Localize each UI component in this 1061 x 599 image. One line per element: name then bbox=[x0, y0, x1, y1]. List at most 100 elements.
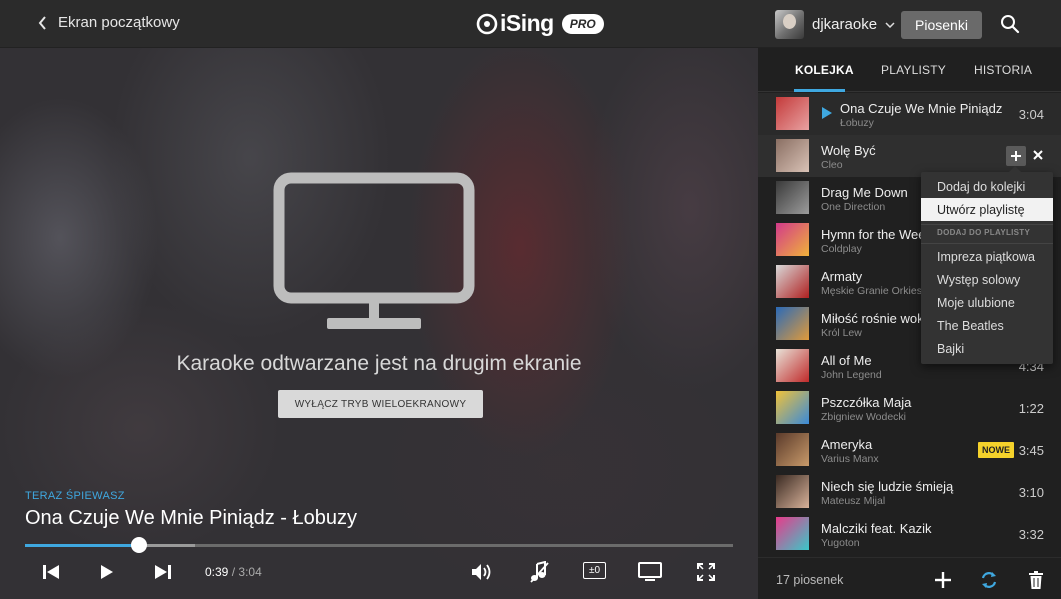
song-artist: Męskie Granie Orkiestra bbox=[821, 285, 935, 297]
queue-row[interactable]: Pszczółka Maja Zbigniew Wodecki 1:22 bbox=[758, 387, 1061, 429]
song-artist: Varius Manx bbox=[821, 453, 879, 465]
now-playing-icon bbox=[822, 107, 832, 119]
album-cover bbox=[776, 139, 809, 172]
now-singing-title: Ona Czuje We Mnie Piniądz - Łobuzy bbox=[25, 507, 358, 529]
disable-multiscreen-button[interactable]: WYŁĄCZ TRYB WIELOEKRANOWY bbox=[278, 390, 483, 418]
album-cover bbox=[776, 265, 809, 298]
song-title: Armaty bbox=[821, 269, 863, 284]
album-cover bbox=[776, 517, 809, 550]
add-to-menu: Dodaj do kolejki Utwórz playlistę DODAJ … bbox=[921, 166, 1053, 364]
next-button[interactable] bbox=[154, 561, 172, 583]
time-separator: / bbox=[231, 565, 236, 579]
song-title: Wolę Być bbox=[821, 143, 876, 158]
menu-create-playlist[interactable]: Utwórz playlistę bbox=[921, 198, 1053, 221]
song-duration: 3:32 bbox=[1018, 527, 1044, 542]
song-duration: 3:04 bbox=[1018, 107, 1044, 122]
album-cover bbox=[776, 223, 809, 256]
album-cover bbox=[776, 433, 809, 466]
play-button[interactable] bbox=[99, 561, 115, 583]
tab-queue[interactable]: KOLEJKA bbox=[795, 63, 854, 77]
menu-add-to-queue[interactable]: Dodaj do kolejki bbox=[921, 175, 1053, 198]
song-artist: Łobuzy bbox=[840, 117, 874, 129]
album-cover bbox=[776, 181, 809, 214]
new-badge: NOWE bbox=[978, 442, 1014, 458]
add-icon[interactable] bbox=[933, 570, 953, 590]
song-count: 17 piosenek bbox=[776, 573, 844, 587]
tab-history[interactable]: HISTORIA bbox=[974, 63, 1032, 77]
menu-playlist-item[interactable]: Moje ulubione bbox=[921, 291, 1053, 314]
row-add-button[interactable] bbox=[1006, 146, 1026, 166]
queue-row[interactable]: Malcziki feat. Kazik Yugoton 3:32 bbox=[758, 513, 1061, 555]
menu-divider bbox=[921, 224, 1053, 225]
song-artist: Yugoton bbox=[821, 537, 860, 549]
menu-playlist-item[interactable]: Impreza piątkowa bbox=[921, 245, 1053, 268]
user-menu[interactable]: djkaraoke bbox=[775, 10, 895, 39]
logo-text: iSing bbox=[500, 10, 554, 36]
song-artist: Coldplay bbox=[821, 243, 862, 255]
queue-row[interactable]: Ameryka Varius Manx NOWE 3:45 bbox=[758, 429, 1061, 471]
play-icon bbox=[101, 565, 113, 579]
music-note-muted-icon bbox=[530, 561, 549, 583]
search-icon[interactable] bbox=[1000, 14, 1020, 34]
video-stage: Karaoke odtwarzane jest na drugim ekrani… bbox=[0, 48, 758, 599]
back-button[interactable]: Ekran początkowy bbox=[38, 14, 180, 31]
menu-playlist-item[interactable]: Bajki bbox=[921, 337, 1053, 360]
shuffle-refresh-icon[interactable] bbox=[979, 570, 999, 590]
chevron-down-icon bbox=[885, 21, 895, 28]
plus-icon bbox=[1011, 151, 1021, 161]
screen-mode-button[interactable] bbox=[638, 561, 662, 583]
skip-next-icon bbox=[155, 565, 171, 579]
song-artist: John Legend bbox=[821, 369, 882, 381]
skip-previous-icon bbox=[43, 565, 59, 579]
vocals-toggle-button[interactable] bbox=[529, 561, 549, 583]
top-bar: Ekran początkowy iSing PRO djkaraoke Pio… bbox=[0, 0, 1061, 48]
microphone-logo-icon bbox=[476, 13, 498, 34]
trash-icon[interactable] bbox=[1026, 570, 1046, 590]
menu-playlist-item[interactable]: Występ solowy bbox=[921, 268, 1053, 291]
song-title: All of Me bbox=[821, 353, 872, 368]
now-singing-label: TERAZ ŚPIEWASZ bbox=[25, 490, 125, 502]
volume-button[interactable] bbox=[471, 561, 495, 583]
song-duration: 1:22 bbox=[1018, 401, 1044, 416]
fullscreen-button[interactable] bbox=[697, 561, 715, 583]
time-total: 3:04 bbox=[238, 565, 262, 579]
panel-tabs: KOLEJKA PLAYLISTY HISTORIA bbox=[758, 48, 1061, 92]
song-duration: 3:10 bbox=[1018, 485, 1044, 500]
songs-button[interactable]: Piosenki bbox=[901, 11, 982, 39]
fullscreen-icon bbox=[697, 563, 715, 581]
menu-divider bbox=[921, 243, 1053, 244]
previous-button[interactable] bbox=[42, 561, 60, 583]
progress-handle[interactable] bbox=[130, 537, 147, 553]
second-screen-message: Karaoke odtwarzane jest na drugim ekrani… bbox=[176, 352, 582, 375]
song-artist: Król Lew bbox=[821, 327, 862, 339]
album-cover bbox=[776, 97, 809, 130]
song-artist: Zbigniew Wodecki bbox=[821, 411, 907, 423]
back-label: Ekran początkowy bbox=[58, 14, 180, 31]
active-tab-indicator bbox=[794, 89, 845, 92]
song-title: Pszczółka Maja bbox=[821, 395, 912, 410]
queue-row[interactable]: Niech się ludzie śmieją Mateusz Mijal 3:10 bbox=[758, 471, 1061, 513]
time-display: 0:39 / 3:04 bbox=[205, 565, 262, 579]
song-title: Niech się ludzie śmieją bbox=[821, 479, 954, 494]
song-artist: Cleo bbox=[821, 159, 843, 171]
song-title: Malcziki feat. Kazik bbox=[821, 521, 932, 536]
menu-section-header: DODAJ DO PLAYLISTY bbox=[937, 228, 1031, 237]
username: djkaraoke bbox=[812, 16, 878, 33]
chevron-left-icon bbox=[38, 15, 46, 30]
monitor-small-icon bbox=[638, 562, 662, 581]
volume-icon bbox=[472, 564, 491, 580]
album-cover bbox=[776, 349, 809, 382]
song-title: Ameryka bbox=[821, 437, 873, 452]
row-remove-button[interactable] bbox=[1031, 148, 1045, 162]
menu-playlist-item[interactable]: The Beatles bbox=[921, 314, 1053, 337]
pitch-button[interactable]: ±0 bbox=[583, 562, 606, 579]
tab-playlists[interactable]: PLAYLISTY bbox=[881, 63, 946, 77]
avatar bbox=[775, 10, 804, 39]
song-duration: 3:45 bbox=[1018, 443, 1044, 458]
progress-bar[interactable] bbox=[25, 537, 733, 553]
pro-badge: PRO bbox=[561, 13, 604, 34]
queue-row-current[interactable]: Ona Czuje We Mnie Piniądz Łobuzy 3:04 bbox=[758, 93, 1061, 135]
app-logo: iSing PRO bbox=[476, 10, 604, 37]
song-title: Ona Czuje We Mnie Piniądz bbox=[840, 101, 1003, 116]
song-title: Drag Me Down bbox=[821, 185, 908, 200]
